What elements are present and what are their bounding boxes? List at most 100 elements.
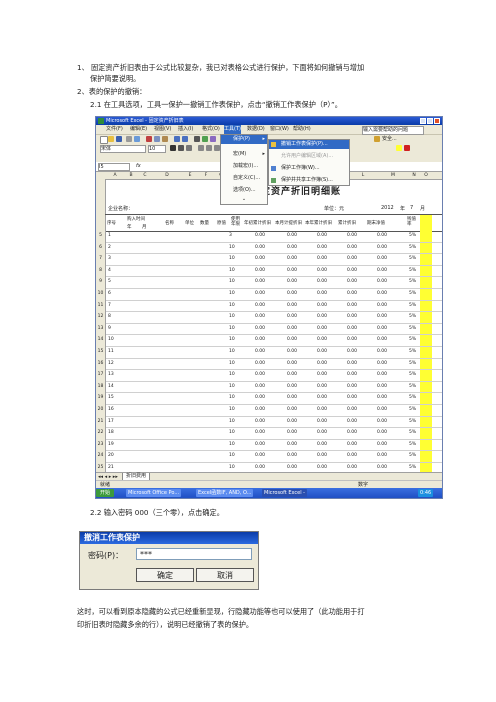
font-color-icon[interactable] [404, 145, 410, 151]
print-icon[interactable] [126, 136, 132, 142]
col-N[interactable]: N [408, 172, 420, 179]
tools-menu-options[interactable]: 选项(O)... [221, 186, 267, 195]
maximize-icon[interactable] [427, 118, 433, 124]
taskbar-excel-func[interactable]: Excel函数IF, AND, O... [196, 489, 254, 497]
expand-menu-icon[interactable]: ⌄ [221, 195, 267, 204]
hdr-unit: 单位 [185, 221, 194, 226]
excel-window-title: Microsoft Excel - 固定资产折旧表 [106, 118, 184, 124]
row-total-dep: 0.00 [347, 244, 358, 250]
menu-file[interactable]: 文件(F) [106, 125, 123, 134]
allow-edit-ranges-item[interactable]: 允许用户编辑区域(A)... [269, 152, 349, 161]
menu-insert[interactable]: 插入(I) [178, 125, 193, 134]
col-L[interactable]: L [348, 172, 378, 179]
col-D[interactable]: D [152, 172, 182, 179]
year-value: 2012 [381, 205, 394, 211]
minimize-icon[interactable] [420, 118, 426, 124]
menu-tools[interactable]: 工具(T) [224, 125, 241, 134]
open-icon[interactable] [108, 136, 114, 142]
row-total-dep: 0.00 [347, 395, 358, 401]
menu-help[interactable]: 帮助(H) [293, 125, 311, 134]
row-total-dep: 0.00 [347, 267, 358, 273]
taskbar-clock: 0:46 [418, 489, 434, 497]
row-open-dep: 0.00 [255, 302, 266, 308]
taskbar-office[interactable]: Microsoft Office Po... [126, 489, 182, 497]
col-A[interactable]: A [106, 172, 124, 179]
redo-icon[interactable] [182, 136, 188, 142]
workbook-lock-icon [271, 166, 276, 171]
align-left-icon[interactable] [198, 145, 204, 151]
row-open-dep: 0.00 [255, 383, 266, 389]
row-open-dep: 0.00 [255, 418, 266, 424]
row-life: 10 [229, 465, 235, 470]
menu-edit[interactable]: 编辑(E) [130, 125, 147, 134]
protect-share-item[interactable]: 保护并共享工作簿(S)... [269, 176, 349, 185]
fx-icon[interactable]: fx [136, 162, 141, 171]
security-button[interactable]: 安全... [382, 135, 397, 144]
col-E[interactable]: E [182, 172, 198, 179]
new-icon[interactable] [100, 136, 108, 144]
row-net-value: 0.00 [377, 372, 388, 378]
row-year-dep: 0.00 [317, 383, 328, 389]
fill-color-icon[interactable] [396, 145, 402, 151]
ok-button[interactable]: 确定 [136, 568, 194, 582]
col-C[interactable]: C [138, 172, 152, 179]
copy-icon[interactable] [154, 136, 160, 142]
row-month-dep: 0.00 [287, 349, 298, 354]
col-F[interactable]: F [198, 172, 214, 179]
chart-icon[interactable] [202, 136, 208, 142]
row-salvage-rate: 5% [409, 430, 417, 436]
font-size-select[interactable]: 10 [148, 145, 166, 153]
row-total-dep: 0.00 [347, 383, 358, 389]
row-year-dep: 0.00 [317, 395, 328, 401]
tools-menu-macro[interactable]: 宏(M) ▸ [221, 150, 267, 159]
font-name-select[interactable]: 宋体 [100, 145, 146, 153]
preview-icon[interactable] [134, 136, 140, 142]
submenu-arrow-icon: ▸ [262, 151, 265, 157]
taskbar-excel[interactable]: Microsoft Excel - [262, 489, 307, 497]
row-index: 21 [108, 465, 114, 470]
tools-menu-customize[interactable]: 自定义(C)... [221, 174, 267, 183]
italic-icon[interactable] [178, 145, 184, 151]
row-life: 10 [229, 441, 235, 447]
unprotect-sheet-item[interactable]: 撤销工作表保护(P)... [269, 140, 349, 149]
bold-icon[interactable] [170, 145, 176, 151]
col-M[interactable]: M [378, 172, 408, 179]
submenu-arrow-icon: ▸ [262, 136, 265, 142]
tools-menu-protect[interactable]: 保护(P) ▸ [221, 135, 267, 144]
col-B[interactable]: B [124, 172, 138, 179]
password-input[interactable]: *** [136, 548, 252, 560]
row-index: 11 [108, 349, 114, 354]
menu-format[interactable]: 格式(O) [202, 125, 220, 134]
row-total-dep: 0.00 [347, 349, 358, 354]
underline-icon[interactable] [186, 145, 192, 151]
row-life: 10 [229, 314, 235, 320]
menu-window[interactable]: 窗口(W) [270, 125, 289, 134]
col-O[interactable]: O [420, 172, 432, 179]
help-search-box[interactable]: 输入需要帮助的问题 [362, 126, 424, 135]
start-button[interactable]: 开始 [96, 489, 115, 497]
table-row[interactable]: 21 10 0.00 0.00 0.00 0.00 0.00 5% [105, 462, 442, 472]
row-open-dep: 0.00 [255, 465, 266, 470]
security-icon[interactable] [374, 136, 380, 142]
save-icon[interactable] [116, 136, 122, 142]
row-life: 10 [229, 430, 235, 436]
row-total-dep: 0.00 [347, 314, 358, 320]
align-center-icon[interactable] [206, 145, 212, 151]
undo-icon[interactable] [174, 136, 180, 142]
tools-menu-addins[interactable]: 加载宏(I)... [221, 162, 267, 171]
sum-icon[interactable] [194, 136, 200, 142]
menu-view[interactable]: 视图(V) [154, 125, 171, 134]
protect-workbook-item[interactable]: 保护工作簿(W)... [269, 164, 349, 173]
row-net-value: 0.00 [377, 244, 388, 250]
cancel-button[interactable]: 取消 [196, 568, 254, 582]
name-box[interactable]: I5 [98, 163, 130, 171]
menu-data[interactable]: 数据(D) [247, 125, 265, 134]
sort-icon[interactable] [210, 136, 216, 142]
close-icon[interactable] [434, 118, 440, 124]
cut-icon[interactable] [146, 136, 152, 142]
row-year-dep: 0.00 [317, 418, 328, 424]
row-month-dep: 0.00 [287, 244, 298, 250]
row-net-value: 0.00 [377, 360, 388, 366]
row-salvage-rate: 5% [409, 441, 417, 447]
paste-icon[interactable] [162, 136, 168, 142]
